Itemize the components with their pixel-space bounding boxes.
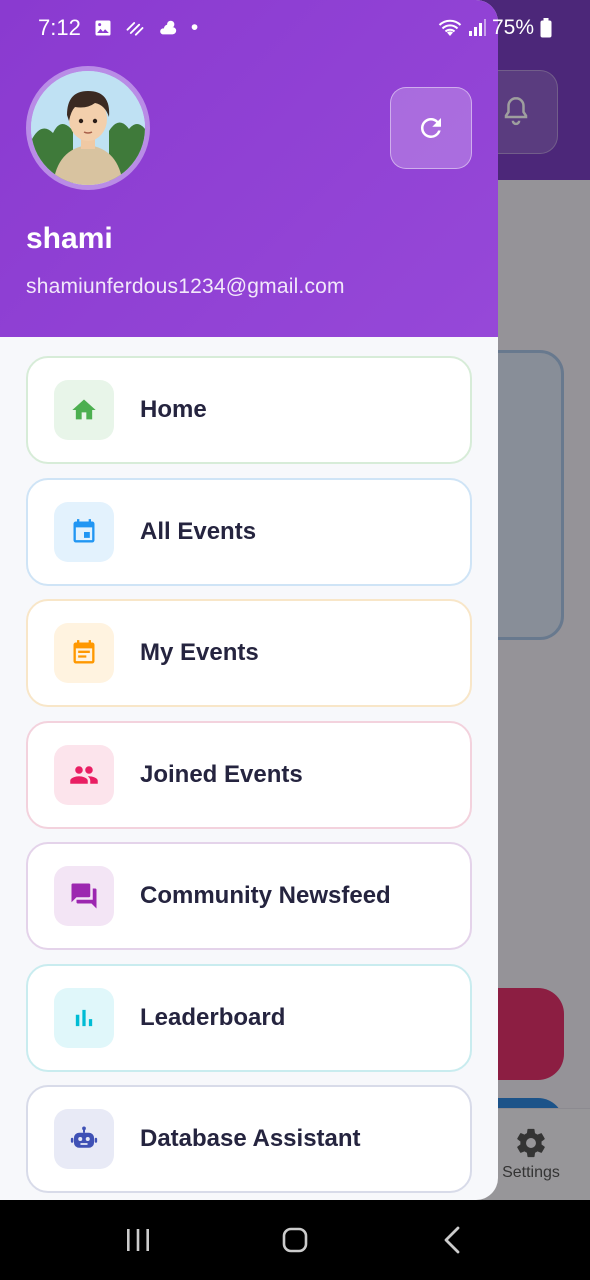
refresh-button[interactable] [390, 87, 472, 169]
calendar-icon [73, 518, 95, 542]
menu-label-all-events: All Events [140, 517, 257, 545]
user-email: shamiunferdous1234@gmail.com [26, 275, 345, 298]
menu-label-home: Home [140, 396, 207, 423]
recent-apps-icon [127, 1229, 150, 1251]
menu-item-database-assistant[interactable]: Database Assistant [26, 1085, 472, 1193]
back-arrow-icon [444, 1226, 460, 1254]
gallery-icon [95, 20, 111, 36]
home-button[interactable] [265, 1210, 325, 1270]
group-icon [70, 765, 98, 784]
status-time: 7:12 [38, 15, 81, 40]
menu-label-my-events: My Events [140, 639, 259, 666]
refresh-icon [420, 117, 441, 138]
navigation-drawer: shami shamiunferdous1234@gmail.com Home … [0, 0, 498, 1200]
user-name: shami [26, 222, 113, 255]
battery-percentage: 75% [491, 16, 534, 39]
menu-label-joined-events: Joined Events [140, 760, 303, 788]
avatar-illustration [31, 71, 145, 185]
drawer-menu: Home All Events My Events Joined Events [26, 356, 472, 1200]
menu-item-joined-events[interactable]: Joined Events [26, 720, 472, 829]
weather-icon [160, 20, 177, 35]
sync-icon [126, 22, 144, 36]
menu-label-database-assistant: Database Assistant [140, 1125, 361, 1152]
bar-chart-icon [75, 1009, 93, 1026]
signal-icon [468, 19, 486, 36]
home-circle-icon [282, 1227, 308, 1253]
menu-item-leaderboard[interactable]: Leaderboard [26, 963, 472, 1072]
wifi-icon [438, 19, 462, 36]
back-button[interactable] [422, 1210, 482, 1270]
menu-label-community-newsfeed: Community Newsfeed [140, 882, 391, 909]
robot-icon [70, 1126, 98, 1148]
battery-icon [540, 18, 552, 38]
menu-item-all-events[interactable]: All Events [26, 477, 472, 586]
recent-apps-button[interactable] [108, 1210, 168, 1270]
avatar[interactable] [26, 66, 150, 190]
home-icon [72, 399, 96, 420]
menu-item-community-newsfeed[interactable]: Community Newsfeed [26, 842, 472, 950]
menu-item-my-events[interactable]: My Events [26, 599, 472, 707]
event-note-icon [73, 640, 95, 664]
forum-icon [71, 883, 97, 909]
system-navigation-bar [0, 1200, 590, 1280]
menu-item-home[interactable]: Home [26, 356, 472, 464]
notification-dot: • [190, 16, 199, 39]
status-bar: 7:12 • 75% [0, 0, 590, 56]
menu-label-leaderboard: Leaderboard [140, 1003, 286, 1031]
